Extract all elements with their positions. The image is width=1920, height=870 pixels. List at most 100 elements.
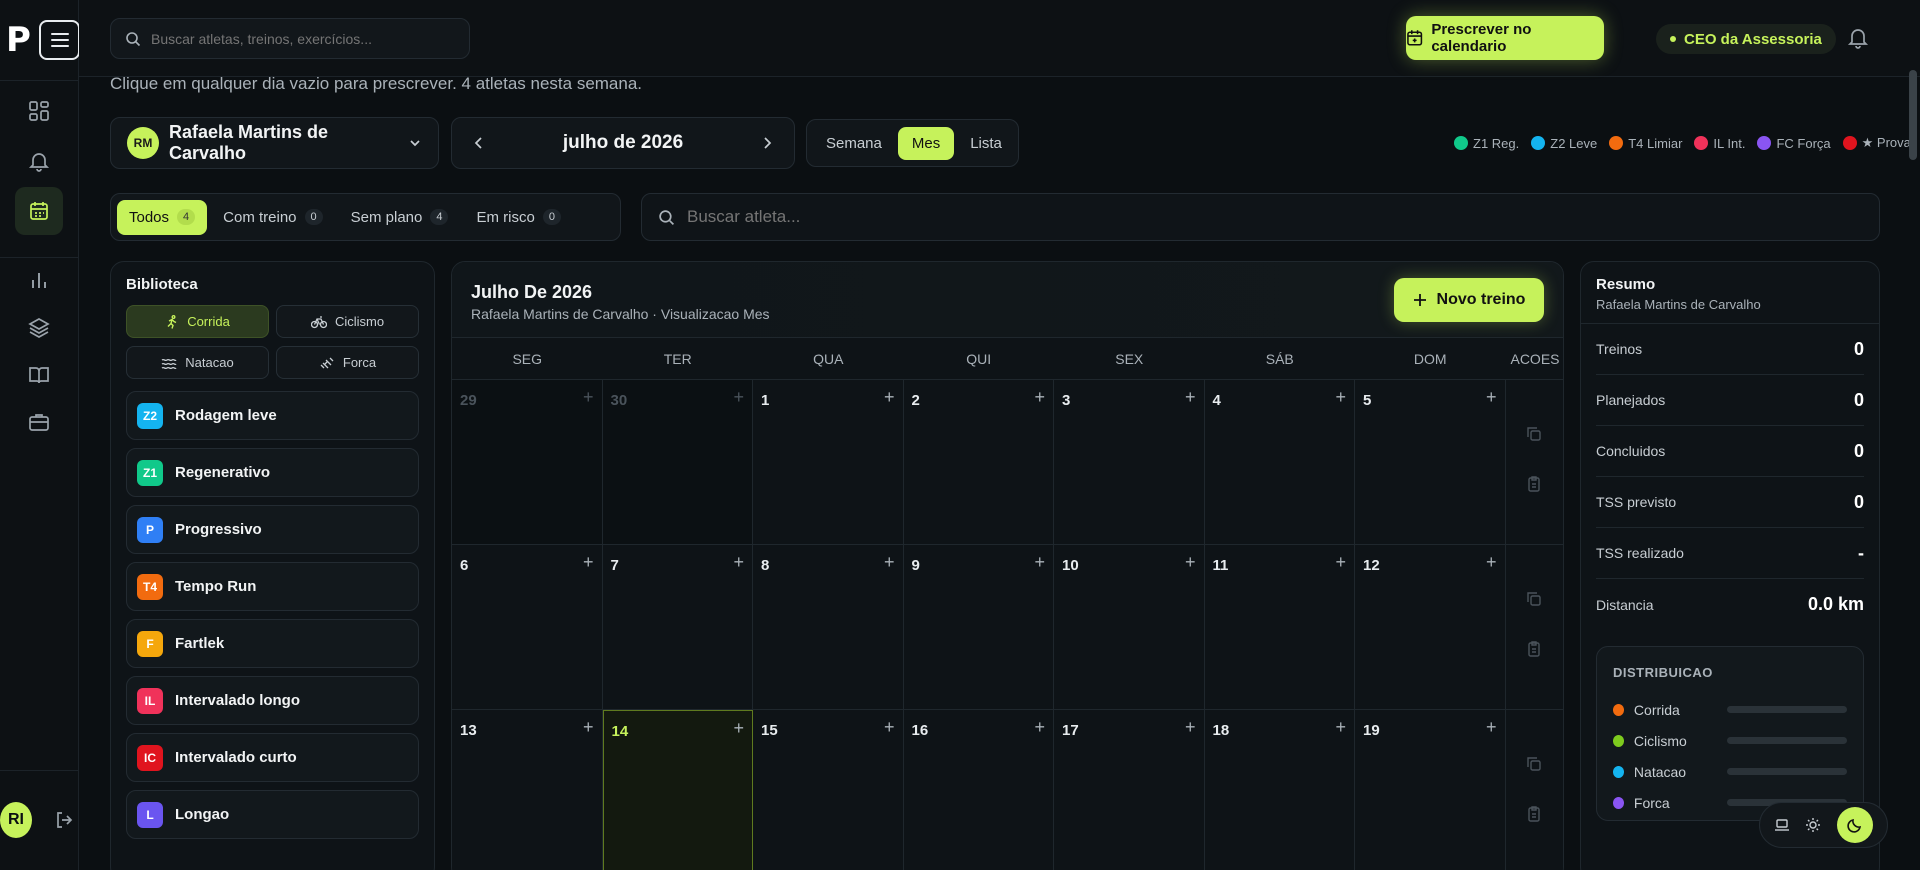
workout-item[interactable]: L Longao	[126, 790, 419, 839]
sport-tab-cycling[interactable]: Ciclismo	[276, 305, 419, 338]
day-cell[interactable]: 18 +	[1204, 710, 1355, 870]
add-workout-button[interactable]: +	[1034, 553, 1045, 571]
athlete-search-input[interactable]	[687, 207, 1787, 227]
add-workout-button[interactable]: +	[583, 388, 594, 406]
legend-dot	[1609, 136, 1624, 150]
add-workout-button[interactable]: +	[884, 388, 895, 406]
day-cell-today[interactable]: 14 +	[602, 710, 753, 870]
add-workout-button[interactable]: +	[1335, 718, 1346, 736]
add-workout-button[interactable]: +	[733, 719, 744, 737]
week-actions	[1505, 380, 1563, 545]
day-cell[interactable]: 29 +	[452, 380, 603, 545]
weekday-header: SEG TER QUA QUI SEX SÁB DOM ACOES	[452, 338, 1563, 380]
day-cell[interactable]: 3 +	[1054, 380, 1205, 545]
sidebar-item-notifications[interactable]	[15, 137, 63, 185]
sport-tab-strength[interactable]: Forca	[276, 346, 419, 379]
laptop-icon[interactable]	[1774, 818, 1790, 832]
athlete-filters: Todos 4 Com treino 0 Sem plano 4 Em risco 0	[110, 193, 621, 241]
notifications-button[interactable]	[1847, 26, 1869, 53]
sidebar-item-library[interactable]	[15, 351, 63, 399]
day-cell[interactable]: 10 +	[1054, 545, 1205, 710]
day-cell[interactable]: 9 +	[903, 545, 1054, 710]
add-workout-button[interactable]: +	[1034, 718, 1045, 736]
day-cell[interactable]: 15 +	[753, 710, 904, 870]
chevron-left-icon[interactable]	[472, 136, 486, 150]
day-cell[interactable]: 4 +	[1204, 380, 1355, 545]
athlete-search[interactable]	[641, 193, 1880, 241]
day-cell[interactable]: 19 +	[1355, 710, 1506, 870]
global-search[interactable]	[110, 18, 470, 59]
new-workout-button[interactable]: Novo treino	[1394, 278, 1544, 322]
dark-mode-button[interactable]	[1837, 807, 1874, 843]
add-workout-button[interactable]: +	[1034, 388, 1045, 406]
add-workout-button[interactable]: +	[884, 718, 895, 736]
view-month-tab[interactable]: Mes	[897, 126, 955, 160]
add-workout-button[interactable]: +	[733, 553, 744, 571]
sport-tab-running[interactable]: Corrida	[126, 305, 269, 338]
add-workout-button[interactable]: +	[1486, 718, 1497, 736]
day-cell[interactable]: 11 +	[1204, 545, 1355, 710]
menu-toggle-button[interactable]	[39, 20, 80, 60]
workout-item[interactable]: Z1 Regenerativo	[126, 448, 419, 497]
summary-value: 0	[1853, 440, 1864, 461]
day-cell[interactable]: 5 +	[1355, 380, 1506, 545]
sidebar-item-layers[interactable]	[15, 304, 63, 352]
day-cell[interactable]: 13 +	[452, 710, 603, 870]
workout-item[interactable]: IC Intervalado curto	[126, 733, 419, 782]
user-avatar[interactable]: RI	[0, 802, 32, 838]
sidebar-item-analytics[interactable]	[15, 256, 63, 304]
add-workout-button[interactable]: +	[1335, 388, 1346, 406]
logout-icon	[57, 812, 73, 828]
paste-icon[interactable]	[1525, 805, 1543, 823]
day-cell[interactable]: 2 +	[903, 380, 1054, 545]
copy-icon[interactable]	[1525, 755, 1543, 773]
workout-item[interactable]: P Progressivo	[126, 505, 419, 554]
day-cell[interactable]: 7 +	[602, 545, 753, 710]
filter-with-workout[interactable]: Com treino 0	[211, 200, 334, 235]
role-badge[interactable]: CEO da Assessoria	[1656, 24, 1836, 54]
day-cell[interactable]: 6 +	[452, 545, 603, 710]
workout-item[interactable]: Z2 Rodagem leve	[126, 391, 419, 440]
day-cell[interactable]: 17 +	[1054, 710, 1205, 870]
paste-icon[interactable]	[1525, 640, 1543, 658]
athlete-selector[interactable]: RM Rafaela Martins de Carvalho	[110, 117, 439, 169]
filter-at-risk[interactable]: Em risco 0	[464, 200, 572, 235]
day-cell[interactable]: 16 +	[903, 710, 1054, 870]
add-workout-button[interactable]: +	[884, 553, 895, 571]
sun-icon[interactable]	[1805, 817, 1821, 833]
day-cell[interactable]: 1 +	[753, 380, 904, 545]
sport-tab-swimming[interactable]: Natacao	[126, 346, 269, 379]
sidebar-item-business[interactable]	[15, 398, 63, 446]
workout-item[interactable]: IL Intervalado longo	[126, 676, 419, 725]
add-workout-button[interactable]: +	[1486, 388, 1497, 406]
day-cell[interactable]: 30 +	[602, 380, 753, 545]
sport-label: Forca	[342, 355, 377, 370]
copy-icon[interactable]	[1525, 590, 1543, 608]
workout-item[interactable]: T4 Tempo Run	[126, 562, 419, 611]
add-workout-button[interactable]: +	[1185, 718, 1196, 736]
page-scrollbar[interactable]	[1909, 70, 1917, 160]
add-workout-button[interactable]: +	[1185, 388, 1196, 406]
chevron-right-icon[interactable]	[760, 136, 774, 150]
add-workout-button[interactable]: +	[1486, 553, 1497, 571]
add-workout-button[interactable]: +	[583, 718, 594, 736]
filter-all[interactable]: Todos 4	[117, 199, 208, 235]
copy-icon[interactable]	[1525, 425, 1543, 443]
paste-icon[interactable]	[1525, 475, 1543, 493]
prescribe-button[interactable]: Prescrever no calendario	[1406, 16, 1604, 60]
global-search-input[interactable]	[151, 30, 451, 47]
add-workout-button[interactable]: +	[1185, 553, 1196, 571]
add-workout-button[interactable]: +	[1335, 553, 1346, 571]
add-workout-button[interactable]: +	[733, 388, 744, 406]
add-workout-button[interactable]: +	[583, 553, 594, 571]
sidebar-item-calendar[interactable]	[15, 187, 63, 235]
view-week-tab[interactable]: Semana	[812, 127, 896, 160]
day-cell[interactable]: 8 +	[753, 545, 904, 710]
sidebar-item-dashboard[interactable]	[15, 87, 63, 135]
logout-button[interactable]	[54, 810, 74, 833]
legend-label: Z2 Leve	[1550, 135, 1598, 151]
day-cell[interactable]: 12 +	[1355, 545, 1506, 710]
filter-no-plan[interactable]: Sem plano 4	[339, 200, 461, 235]
view-list-tab[interactable]: Lista	[956, 127, 1016, 160]
workout-item[interactable]: F Fartlek	[126, 619, 419, 668]
